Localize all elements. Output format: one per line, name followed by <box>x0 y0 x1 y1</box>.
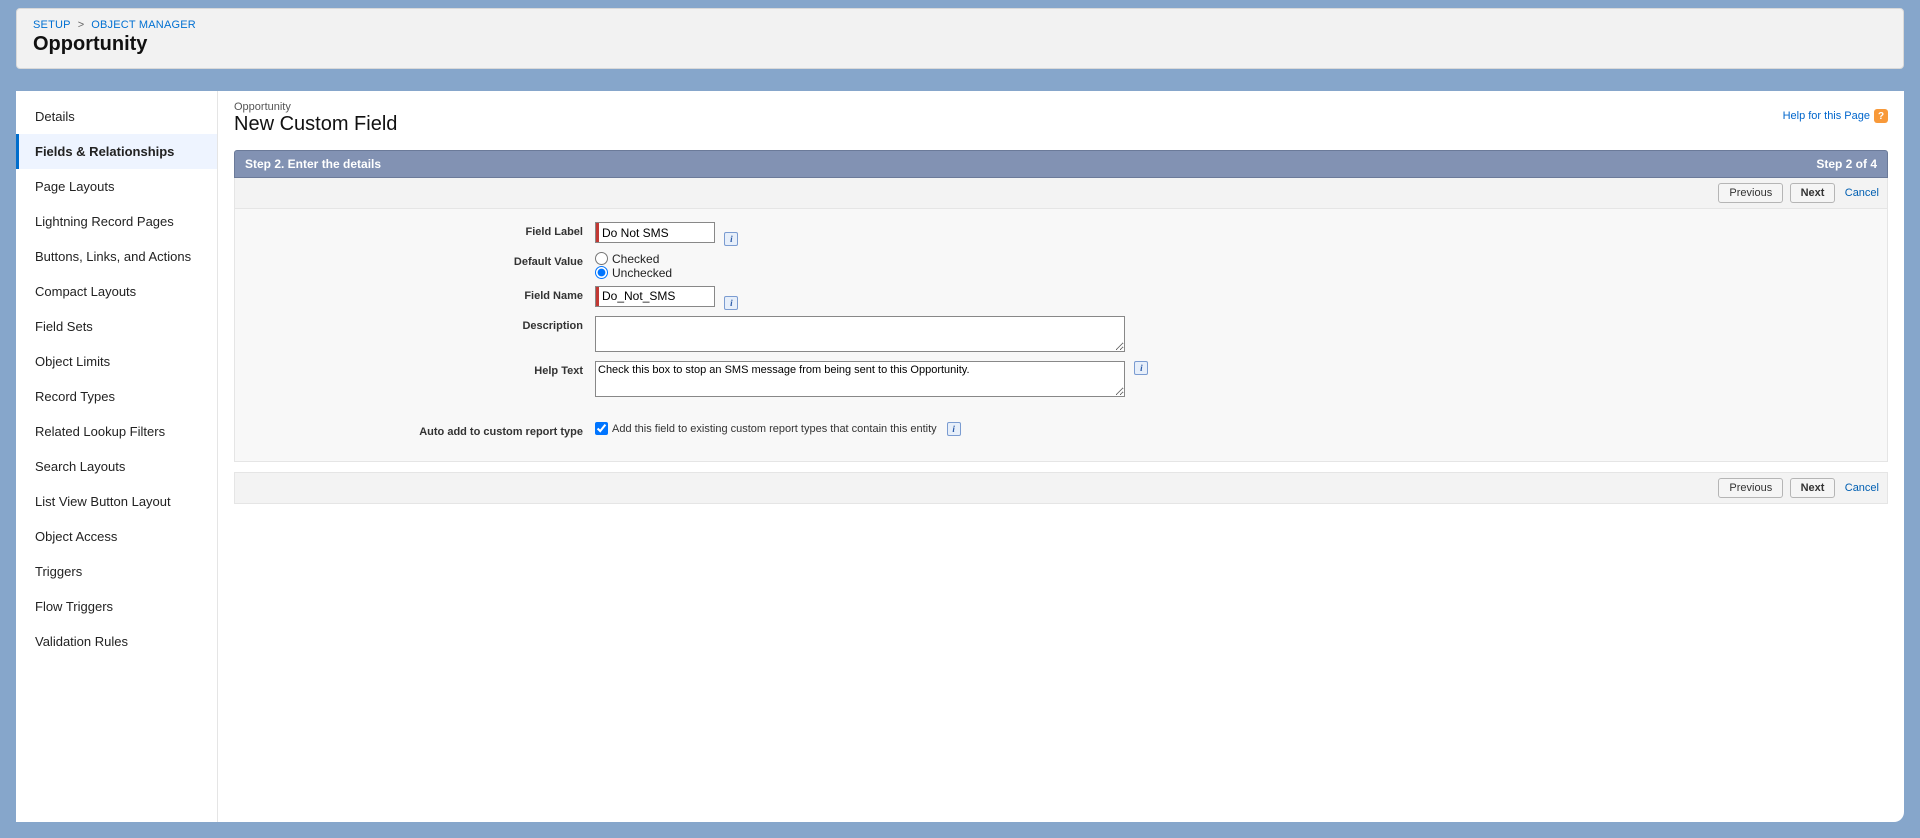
description-textarea[interactable] <box>595 316 1125 352</box>
label-field-label: Field Label <box>245 222 595 238</box>
sidebar-item-triggers[interactable]: Triggers <box>16 554 217 589</box>
row-description: Description <box>245 313 1877 358</box>
field-label-required-wrap <box>595 222 715 243</box>
row-field-label: Field Label i <box>245 219 1877 249</box>
label-help-text: Help Text <box>245 361 595 377</box>
content: Opportunity New Custom Field Help for th… <box>218 91 1904 822</box>
help-link-text: Help for this Page <box>1783 110 1870 122</box>
sidebar-item-lightning-record-pages[interactable]: Lightning Record Pages <box>16 204 217 239</box>
page-title: New Custom Field <box>234 113 397 136</box>
sidebar-item-page-layouts[interactable]: Page Layouts <box>16 169 217 204</box>
radio-checked[interactable] <box>595 252 608 265</box>
info-icon[interactable]: i <box>724 232 738 246</box>
step-header-text: Step 2. Enter the details <box>245 157 381 171</box>
sidebar-item-validation-rules[interactable]: Validation Rules <box>16 624 217 659</box>
step-indicator: Step 2 of 4 <box>1816 157 1877 171</box>
outer-frame: SETUP > OBJECT MANAGER Opportunity Detai… <box>0 0 1920 838</box>
cancel-link-bottom[interactable]: Cancel <box>1845 482 1879 494</box>
info-icon[interactable]: i <box>724 296 738 310</box>
auto-add-checkbox-label: Add this field to existing custom report… <box>612 423 937 435</box>
main-region: Details Fields & Relationships Page Layo… <box>16 91 1904 822</box>
sidebar-item-buttons-links-actions[interactable]: Buttons, Links, and Actions <box>16 239 217 274</box>
info-icon[interactable]: i <box>1134 361 1148 375</box>
help-text-textarea[interactable] <box>595 361 1125 397</box>
content-sub-breadcrumb: Opportunity <box>234 101 397 113</box>
field-label-input[interactable] <box>599 223 714 242</box>
breadcrumb: SETUP > OBJECT MANAGER <box>33 19 1887 31</box>
breadcrumb-setup-link[interactable]: SETUP <box>33 19 71 31</box>
row-help-text: Help Text i <box>245 358 1877 403</box>
label-default-value: Default Value <box>245 252 595 268</box>
info-icon[interactable]: i <box>947 422 961 436</box>
sidebar-item-object-access[interactable]: Object Access <box>16 519 217 554</box>
previous-button-bottom[interactable]: Previous <box>1718 478 1783 498</box>
radio-unchecked-text: Unchecked <box>612 266 672 280</box>
sidebar: Details Fields & Relationships Page Layo… <box>16 91 218 822</box>
label-auto-add: Auto add to custom report type <box>245 422 595 438</box>
sidebar-item-flow-triggers[interactable]: Flow Triggers <box>16 589 217 624</box>
step-bar: Step 2. Enter the details Step 2 of 4 <box>234 150 1888 178</box>
row-auto-add: Auto add to custom report type Add this … <box>245 419 1877 441</box>
help-for-this-page-link[interactable]: Help for this Page ? <box>1783 109 1888 123</box>
next-button-top[interactable]: Next <box>1790 183 1836 203</box>
radio-checked-label[interactable]: Checked <box>595 252 672 266</box>
auto-add-checkbox[interactable] <box>595 422 608 435</box>
row-default-value: Default Value Checked Unchecked <box>245 249 1877 283</box>
sidebar-item-related-lookup-filters[interactable]: Related Lookup Filters <box>16 414 217 449</box>
page-object-title: Opportunity <box>33 33 1887 56</box>
next-button-bottom[interactable]: Next <box>1790 478 1836 498</box>
sidebar-item-list-view-button-layout[interactable]: List View Button Layout <box>16 484 217 519</box>
sidebar-item-object-limits[interactable]: Object Limits <box>16 344 217 379</box>
radio-unchecked[interactable] <box>595 266 608 279</box>
radio-checked-text: Checked <box>612 252 659 266</box>
radio-unchecked-label[interactable]: Unchecked <box>595 266 672 280</box>
sidebar-item-fields-relationships[interactable]: Fields & Relationships <box>16 134 217 169</box>
title-row: Opportunity New Custom Field Help for th… <box>234 101 1888 150</box>
sidebar-item-record-types[interactable]: Record Types <box>16 379 217 414</box>
label-field-name: Field Name <box>245 286 595 302</box>
button-row-top: Previous Next Cancel <box>234 178 1888 209</box>
field-name-input[interactable] <box>599 287 714 306</box>
previous-button-top[interactable]: Previous <box>1718 183 1783 203</box>
cancel-link-top[interactable]: Cancel <box>1845 187 1879 199</box>
form-body: Field Label i Default Value <box>234 209 1888 462</box>
label-description: Description <box>245 316 595 332</box>
row-field-name: Field Name i <box>245 283 1877 313</box>
breadcrumb-sep: > <box>78 19 84 31</box>
button-row-bottom: Previous Next Cancel <box>234 472 1888 504</box>
sidebar-item-details[interactable]: Details <box>16 99 217 134</box>
sidebar-item-search-layouts[interactable]: Search Layouts <box>16 449 217 484</box>
field-name-required-wrap <box>595 286 715 307</box>
inner-wrap: SETUP > OBJECT MANAGER Opportunity Detai… <box>8 8 1912 830</box>
sidebar-item-field-sets[interactable]: Field Sets <box>16 309 217 344</box>
help-icon: ? <box>1874 109 1888 123</box>
header-card: SETUP > OBJECT MANAGER Opportunity <box>16 8 1904 69</box>
breadcrumb-object-manager-link[interactable]: OBJECT MANAGER <box>91 19 196 31</box>
sidebar-item-compact-layouts[interactable]: Compact Layouts <box>16 274 217 309</box>
